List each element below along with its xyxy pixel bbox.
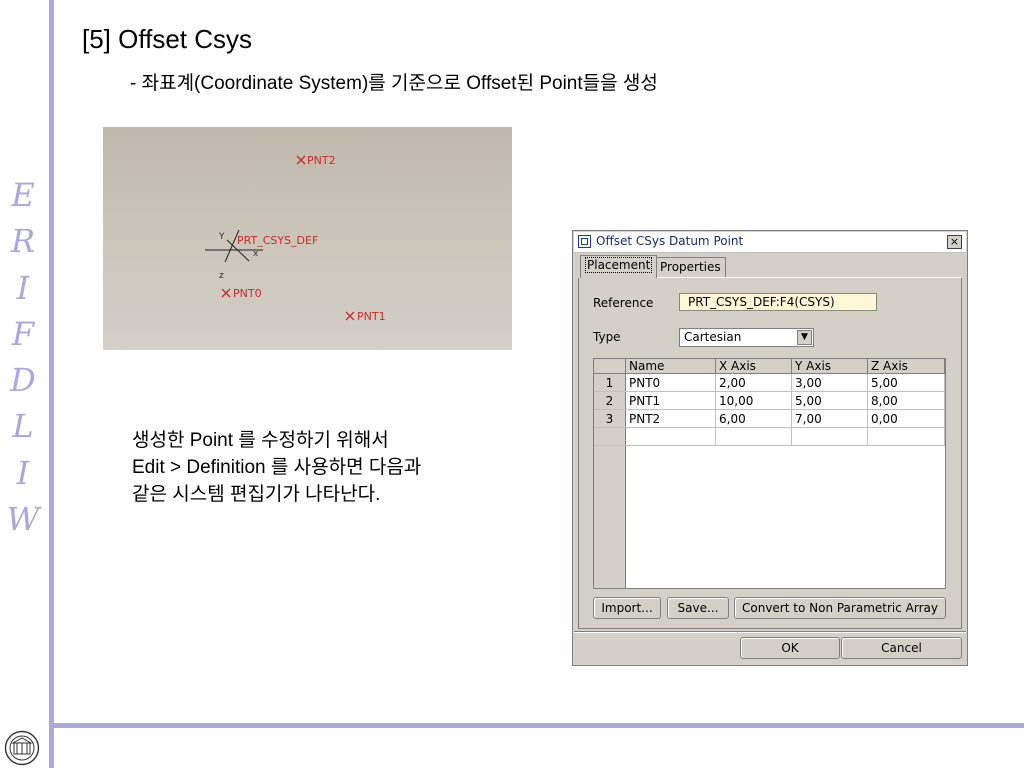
offset-csys-dialog: Offset CSys Datum Point × Placement Prop… [572,230,968,666]
dialog-titlebar[interactable]: Offset CSys Datum Point × [574,232,966,253]
cell-name[interactable]: PNT0 [625,373,716,392]
dialog-title: Offset CSys Datum Point [596,234,744,248]
column-header [594,359,626,374]
cell-name[interactable]: PNT2 [625,409,716,428]
cancel-button[interactable]: Cancel [841,637,962,659]
tab-placement[interactable]: Placement [580,255,658,278]
cell-x-axis[interactable]: 10,00 [715,391,792,410]
points-table[interactable]: Name X Axis Y Axis Z Axis 1 PNT0 2,00 3,… [593,358,946,589]
convert-array-button[interactable]: Convert to Non Parametric Array [734,597,946,619]
viewport-graphics: Y x z PRT_CSYS_DEF PNT2 PNT0 PNT1 [205,154,386,323]
ok-button[interactable]: OK [740,637,840,659]
table-row[interactable]: 1 PNT0 2,00 3,00 5,00 [594,373,945,392]
dialog-separator [574,631,966,633]
point-marker-icon [296,155,306,165]
body-line: Edit > Definition 를 사용하면 다음과 [132,457,422,478]
side-logo-wildfire: E R I F D L I W [0,172,46,542]
point-label-pnt2: PNT2 [307,154,336,167]
axis-label-z: z [219,271,224,281]
column-header-z-axis[interactable]: Z Axis [867,359,945,374]
slide-subtitle: - 좌표계(Coordinate System)를 기준으로 Offset된 P… [130,73,658,94]
row-number [594,427,626,446]
row-number[interactable]: 2 [594,391,626,410]
point-label-pnt1: PNT1 [357,310,386,323]
window-icon [578,235,591,248]
logo-letter: W [6,500,40,539]
cell-name[interactable] [625,427,716,446]
university-seal-icon [4,730,40,766]
import-button[interactable]: Import... [593,597,661,619]
cell-y-axis[interactable]: 5,00 [791,391,868,410]
reference-label: Reference [593,296,654,310]
logo-letter: L [12,407,34,446]
column-header-x-axis[interactable]: X Axis [715,359,792,374]
cell-x-axis[interactable] [715,427,792,446]
cell-x-axis[interactable]: 2,00 [715,373,792,392]
logo-letter: F [11,314,35,353]
cell-z-axis[interactable] [867,427,945,446]
axis-label-y: Y [218,232,225,242]
body-text: 생성한 Point 를 수정하기 위해서 Edit > Definition 를… [132,427,522,508]
logo-letter: R [10,222,36,261]
bottom-rule [49,723,1024,728]
column-header-name[interactable]: Name [625,359,716,374]
cell-y-axis[interactable] [791,427,868,446]
cell-x-axis[interactable]: 6,00 [715,409,792,428]
axis-label-x: x [253,249,259,259]
type-select-value: Cartesian [684,330,742,344]
cell-name[interactable]: PNT1 [625,391,716,410]
save-button[interactable]: Save... [667,597,729,619]
tab-properties[interactable]: Properties [655,257,726,278]
type-select[interactable]: Cartesian ▼ [679,328,814,347]
row-number[interactable]: 1 [594,373,626,392]
table-row-empty[interactable] [594,427,945,446]
cell-z-axis[interactable]: 0,00 [867,409,945,428]
reference-field[interactable]: PRT_CSYS_DEF:F4(CSYS) [679,293,877,311]
cell-z-axis[interactable]: 8,00 [867,391,945,410]
table-row[interactable]: 2 PNT1 10,00 5,00 8,00 [594,391,945,410]
tab-label: Properties [660,260,721,274]
tab-label: Placement [585,257,653,273]
cell-y-axis[interactable]: 3,00 [791,373,868,392]
cell-y-axis[interactable]: 7,00 [791,409,868,428]
body-line: 생성한 Point 를 수정하기 위해서 [132,430,389,451]
logo-letter: I [16,268,30,307]
type-label: Type [593,330,621,344]
point-label-pnt0: PNT0 [233,287,262,300]
logo-letter: E [11,176,35,214]
side-rule [49,0,54,768]
cell-z-axis[interactable]: 5,00 [867,373,945,392]
csys-label: PRT_CSYS_DEF [237,234,318,247]
point-marker-icon [345,311,355,321]
model-viewport[interactable]: Y x z PRT_CSYS_DEF PNT2 PNT0 PNT1 [103,127,512,350]
row-number[interactable]: 3 [594,409,626,428]
close-button[interactable]: × [947,235,962,249]
logo-letter: D [10,361,36,400]
point-marker-icon [221,288,231,298]
table-row[interactable]: 3 PNT2 6,00 7,00 0,00 [594,409,945,428]
body-line: 같은 시스템 편집기가 나타난다. [132,484,381,505]
slide-title: [5] Offset Csys [82,24,253,54]
logo-letter: I [16,453,30,492]
chevron-down-icon[interactable]: ▼ [797,330,812,345]
column-header-y-axis[interactable]: Y Axis [791,359,868,374]
table-header-row: Name X Axis Y Axis Z Axis [594,359,945,374]
